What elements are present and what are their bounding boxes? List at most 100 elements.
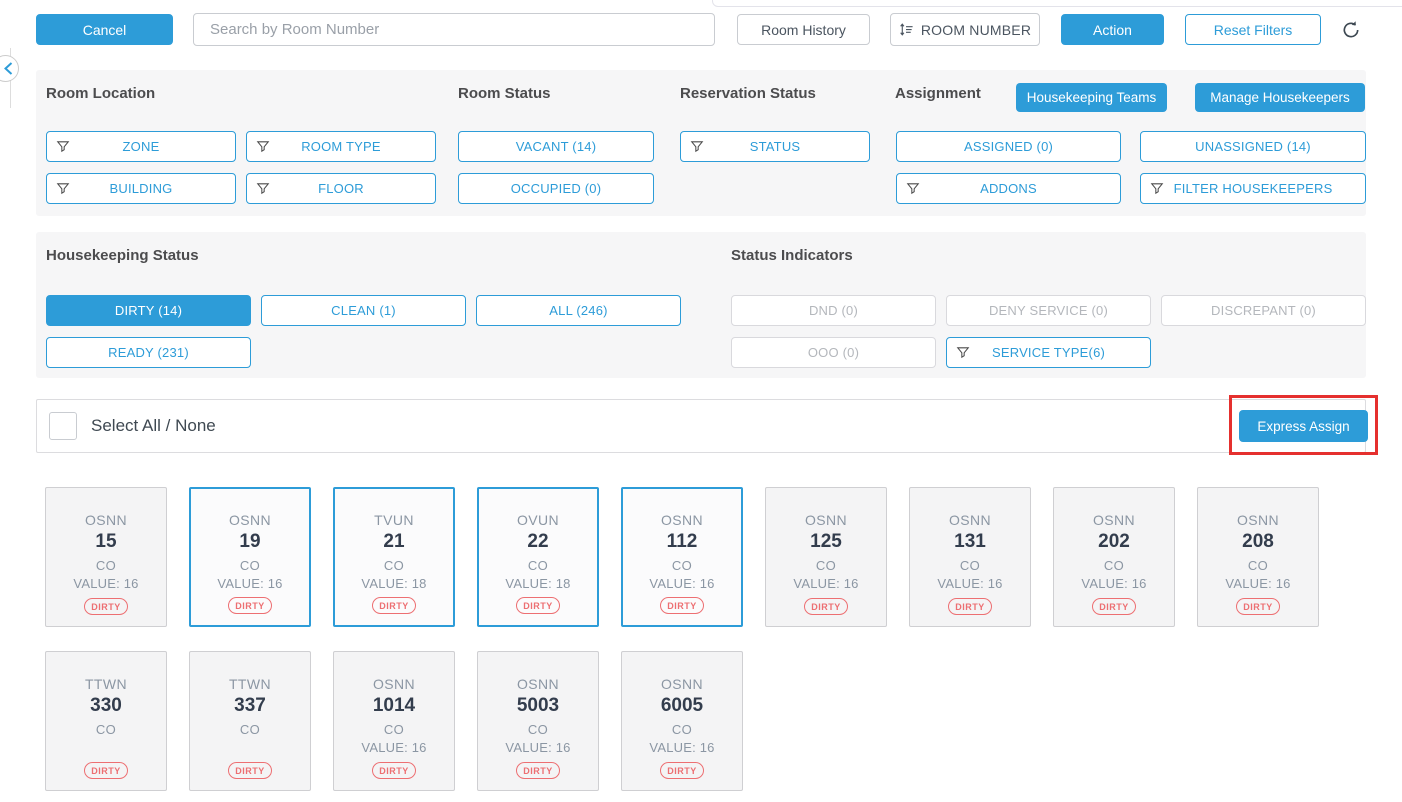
search-input[interactable] [194, 14, 714, 45]
dirty-filter-button[interactable]: DIRTY (14) [46, 295, 251, 326]
zone-label: ZONE [123, 139, 160, 154]
room-occupancy: CO [672, 722, 692, 737]
floor-filter-button[interactable]: FLOOR [246, 173, 436, 204]
room-occupancy: CO [528, 722, 548, 737]
room-occupancy: CO [96, 558, 116, 573]
room-number: 6005 [661, 695, 703, 717]
room-occupancy: CO [96, 722, 116, 737]
sort-lines-icon [899, 22, 914, 37]
discrepant-indicator-button[interactable]: DISCREPANT (0) [1161, 295, 1366, 326]
all-filter-button[interactable]: ALL (246) [476, 295, 681, 326]
status-filter-button[interactable]: STATUS [680, 131, 870, 162]
room-number: 125 [810, 531, 842, 553]
filter-housekeepers-button[interactable]: FILTER HOUSEKEEPERS [1140, 173, 1366, 204]
addons-filter-button[interactable]: ADDONS [896, 173, 1121, 204]
room-value: VALUE: 16 [361, 740, 426, 755]
sort-room-number-button[interactable]: ROOM NUMBER [890, 13, 1040, 46]
cancel-button[interactable]: Cancel [36, 14, 173, 45]
room-occupancy: CO [384, 558, 404, 573]
status-label: STATUS [750, 139, 801, 154]
room-card-330[interactable]: TTWN 330 CO DIRTY [45, 651, 167, 791]
room-type: OSNN [661, 676, 703, 692]
room-occupancy: CO [1104, 558, 1124, 573]
room-occupancy: CO [240, 558, 260, 573]
dirty-status-badge: DIRTY [84, 598, 128, 615]
room-occupancy: CO [1248, 558, 1268, 573]
select-all-checkbox[interactable] [49, 412, 77, 440]
room-type: TTWN [85, 676, 127, 692]
room-occupancy: CO [960, 558, 980, 573]
room-number: 131 [954, 531, 986, 553]
room-type: OSNN [85, 512, 127, 528]
room-card-15[interactable]: OSNN 15 CO VALUE: 16 DIRTY [45, 487, 167, 627]
building-filter-button[interactable]: BUILDING [46, 173, 236, 204]
deny-service-indicator-button[interactable]: DENY SERVICE (0) [946, 295, 1151, 326]
room-type: OSNN [1237, 512, 1279, 528]
room-card-202[interactable]: OSNN 202 CO VALUE: 16 DIRTY [1053, 487, 1175, 627]
room-number: 21 [383, 531, 404, 553]
ooo-indicator-button[interactable]: OOO (0) [731, 337, 936, 368]
room-card-21[interactable]: TVUN 21 CO VALUE: 18 DIRTY [333, 487, 455, 627]
room-type-filter-button[interactable]: ROOM TYPE [246, 131, 436, 162]
manage-housekeepers-button[interactable]: Manage Housekeepers [1195, 83, 1365, 112]
funnel-icon [56, 181, 70, 199]
room-value: VALUE: 16 [1081, 576, 1146, 591]
dnd-indicator-button[interactable]: DND (0) [731, 295, 936, 326]
dirty-status-badge: DIRTY [1092, 598, 1136, 615]
express-assign-button[interactable]: Express Assign [1239, 410, 1368, 442]
room-history-button[interactable]: Room History [737, 14, 870, 45]
status-filters-panel: Housekeeping Status Status Indicators DI… [36, 232, 1366, 378]
service-type-filter-button[interactable]: SERVICE TYPE(6) [946, 337, 1151, 368]
room-type: OSNN [1093, 512, 1135, 528]
room-card-1014[interactable]: OSNN 1014 CO VALUE: 16 DIRTY [333, 651, 455, 791]
funnel-icon [1150, 181, 1164, 199]
room-card-125[interactable]: OSNN 125 CO VALUE: 16 DIRTY [765, 487, 887, 627]
dirty-status-badge: DIRTY [660, 762, 704, 779]
vacant-filter-button[interactable]: VACANT (14) [458, 131, 654, 162]
room-card-337[interactable]: TTWN 337 CO DIRTY [189, 651, 311, 791]
room-number: 1014 [373, 695, 415, 717]
room-card-grid: OSNN 15 CO VALUE: 16 DIRTY OSNN 19 CO VA… [45, 487, 1365, 791]
collapse-panel-button[interactable] [0, 55, 19, 82]
zone-filter-button[interactable]: ZONE [46, 131, 236, 162]
room-type: OSNN [229, 512, 271, 528]
room-card-5003[interactable]: OSNN 5003 CO VALUE: 16 DIRTY [477, 651, 599, 791]
dirty-status-badge: DIRTY [948, 598, 992, 615]
housekeeping-teams-button[interactable]: Housekeeping Teams [1016, 83, 1167, 112]
room-value: VALUE: 16 [217, 576, 282, 591]
assigned-filter-button[interactable]: ASSIGNED (0) [896, 131, 1121, 162]
room-value: VALUE: 16 [1225, 576, 1290, 591]
room-card-208[interactable]: OSNN 208 CO VALUE: 16 DIRTY [1197, 487, 1319, 627]
room-type: TTWN [229, 676, 271, 692]
housekeeping-page: Cancel Room History ROOM NUMBER Action R… [0, 0, 1402, 802]
funnel-icon [690, 139, 704, 157]
room-number: 208 [1242, 531, 1274, 553]
funnel-icon [906, 181, 920, 199]
room-card-112[interactable]: OSNN 112 CO VALUE: 16 DIRTY [621, 487, 743, 627]
reservation-status-label: Reservation Status [680, 85, 816, 102]
dirty-status-badge: DIRTY [804, 598, 848, 615]
room-occupancy: CO [240, 722, 260, 737]
occupied-filter-button[interactable]: OCCUPIED (0) [458, 173, 654, 204]
room-card-131[interactable]: OSNN 131 CO VALUE: 16 DIRTY [909, 487, 1031, 627]
clean-filter-button[interactable]: CLEAN (1) [261, 295, 466, 326]
room-card-22[interactable]: OVUN 22 CO VALUE: 18 DIRTY [477, 487, 599, 627]
unassigned-filter-button[interactable]: UNASSIGNED (14) [1140, 131, 1366, 162]
service-type-label: SERVICE TYPE(6) [992, 345, 1105, 360]
room-card-6005[interactable]: OSNN 6005 CO VALUE: 16 DIRTY [621, 651, 743, 791]
floor-label: FLOOR [318, 181, 364, 196]
room-type: TVUN [374, 512, 414, 528]
refresh-icon[interactable] [1338, 17, 1364, 43]
reset-filters-button[interactable]: Reset Filters [1185, 14, 1321, 45]
room-number: 19 [239, 531, 260, 553]
room-card-19[interactable]: OSNN 19 CO VALUE: 16 DIRTY [189, 487, 311, 627]
room-number: 337 [234, 695, 266, 717]
select-all-bar: Select All / None [36, 399, 1366, 453]
room-number: 5003 [517, 695, 559, 717]
action-button[interactable]: Action [1061, 14, 1164, 45]
building-label: BUILDING [109, 181, 172, 196]
dirty-status-badge: DIRTY [372, 597, 416, 614]
room-type: OSNN [949, 512, 991, 528]
ready-filter-button[interactable]: READY (231) [46, 337, 251, 368]
room-type-label: ROOM TYPE [301, 139, 381, 154]
